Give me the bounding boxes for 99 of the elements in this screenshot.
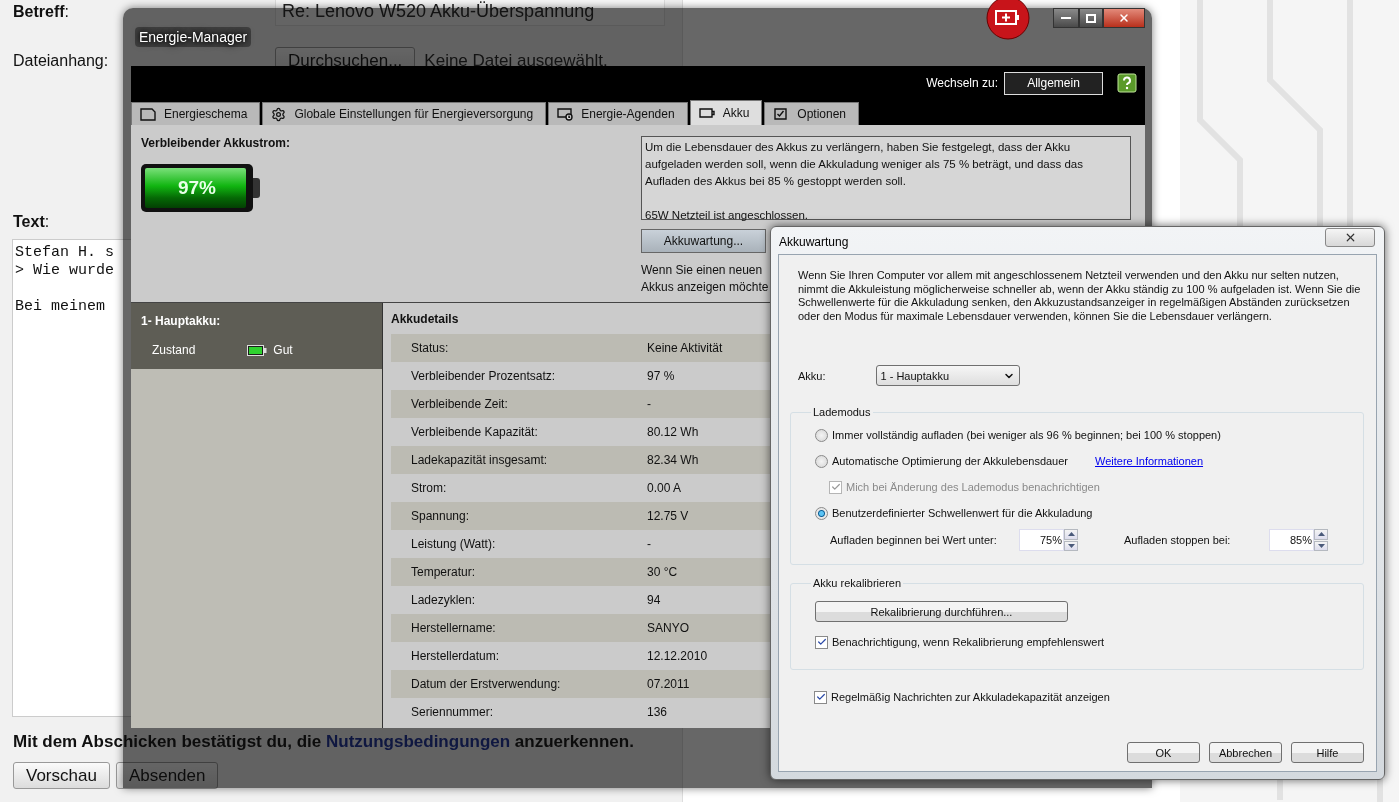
option-label: Mich bei Änderung des Lademodus benachrichtigen	[846, 481, 1100, 493]
radio-button[interactable]	[815, 428, 828, 442]
adapter-status: 65W Netzteil ist angeschlossen.	[645, 208, 809, 223]
option-label: Benachrichtigung, wenn Rekalibrierung empfehlenswert	[832, 636, 1105, 648]
detail-label: Spannung:	[411, 509, 470, 523]
checkbox-icon	[773, 107, 790, 121]
group-title: Akku rekalibrieren	[812, 577, 903, 589]
group-title: Lademodus	[812, 406, 872, 418]
maximize-button[interactable]	[1079, 8, 1103, 28]
detail-value: 80.12 Wh	[647, 425, 699, 439]
battery-label: Akku:	[798, 369, 826, 382]
battery-reading: 97%	[177, 177, 217, 199]
detail-label: Ladezyklen:	[411, 593, 476, 607]
percent-field[interactable]: 85%	[1269, 529, 1314, 551]
detail-label: Herstellername:	[411, 621, 496, 635]
radio-button[interactable]	[815, 454, 828, 468]
document-icon	[140, 107, 156, 121]
info-text: Um die Lebensdauer des Akkus zu verlängern, haben Sie festgelegt, dass der Akku aufgeladen werden soll, wenn die Akkuladung weniger als 75 % beträgt, und dass das Aufladen des Akkus bei 85 % gestoppt werden soll.	[645, 140, 1084, 189]
detail-label: Datum der Erstverwendung:	[411, 677, 561, 691]
detail-value: 30 °C	[647, 565, 678, 579]
detail-label: Verbleibende Kapazität:	[411, 425, 538, 439]
minimize-icon	[1061, 16, 1071, 20]
detail-value: 12.12.2010	[647, 649, 708, 663]
detail-value: 0.00 A	[647, 481, 682, 495]
detail-label: Temperatur:	[411, 565, 476, 579]
down-arrow-icon	[1067, 543, 1075, 548]
dialog-title: Akkuwartung	[779, 235, 849, 249]
up-arrow-icon	[1317, 532, 1325, 537]
battery-icon	[247, 344, 268, 356]
hint-text: Akkus anzeigen möchte	[641, 279, 769, 296]
section-title: Verbleibender Akkustrom:	[141, 136, 291, 150]
battery-icon	[698, 106, 715, 120]
tab[interactable]: Akku	[689, 100, 763, 125]
detail-value: -	[647, 397, 651, 411]
threshold-label: Aufladen beginnen bei Wert unter:	[830, 534, 998, 546]
hint-text: Wenn Sie einen neuen	[641, 262, 763, 279]
detail-label: Seriennummer:	[411, 705, 494, 719]
detail-value: SANYO	[647, 621, 689, 635]
settings-icon	[271, 106, 287, 122]
field-label: Betreff:	[13, 3, 70, 21]
detail-label: Verbleibende Zeit:	[411, 397, 508, 411]
detail-label: Leistung (Watt):	[411, 537, 496, 551]
detail-value: 82.34 Wh	[647, 453, 699, 467]
detail-label: Herstellerdatum:	[411, 649, 500, 663]
detail-value: 136	[647, 705, 668, 719]
minimize-button[interactable]	[1053, 8, 1079, 28]
battery-name[interactable]: 1- Hauptakku:	[141, 314, 372, 328]
switch-button[interactable]: Allgemein	[1004, 71, 1103, 95]
radio-button[interactable]	[815, 506, 828, 520]
battery-plus-icon	[985, 0, 1031, 40]
tab[interactable]: Energieschema	[131, 102, 261, 125]
detail-value: 94	[647, 593, 661, 607]
maximize-icon	[1086, 13, 1096, 23]
file-status: Keine Datei ausgewählt.	[424, 50, 608, 71]
tab[interactable]: Globale Einstellungen für Energieversorgung	[262, 102, 547, 125]
percent-field[interactable]: 75%	[1019, 529, 1064, 551]
battery-terminal	[253, 178, 260, 198]
option-label: Automatische Optimierung der Akkulebensdauer	[832, 455, 1070, 467]
section-title: Akkudetails	[391, 311, 459, 326]
option-label: Immer vollständig aufladen (bei weniger als 96 % beginnen; bei 100 % stoppen)	[832, 429, 1221, 441]
down-arrow-icon	[1317, 543, 1325, 548]
maintenance-button[interactable]: Akkuwartung...	[641, 229, 766, 253]
monitor-clock-icon	[557, 107, 574, 121]
preview-button[interactable]: Vorschau	[13, 762, 110, 789]
cancel-button[interactable]: Abbrechen	[1209, 742, 1282, 763]
close-button[interactable]	[1325, 228, 1375, 247]
detail-label: Status:	[411, 341, 449, 355]
up-arrow-icon	[1067, 532, 1075, 537]
close-button[interactable]	[1103, 8, 1145, 28]
checkbox[interactable]	[814, 690, 827, 704]
spin-buttons[interactable]	[1064, 529, 1078, 551]
detail-value: 07.2011	[647, 677, 690, 691]
detail-label: Verbleibender Prozentsatz:	[411, 369, 556, 383]
switch-label: Wechseln zu:	[926, 76, 998, 90]
detail-label: Strom:	[411, 481, 447, 495]
threshold-label: Aufladen stoppen bei:	[1124, 534, 1232, 546]
checkbox[interactable]	[815, 635, 828, 649]
ok-button[interactable]: OK	[1127, 742, 1200, 763]
help-button[interactable]: Hilfe	[1291, 742, 1364, 763]
tab[interactable]: Energie-Agenden	[548, 102, 688, 125]
intro-text: Wenn Sie Ihren Computer vor allem mit angeschlossenem Netzteil verwenden und den Akku nur selten nutzen, nimmt die Akkuleistung möglicherweise schneller ab, wenn der Akku ständig zu 100 % aufgeladen ist. Wenn Sie die Schwellenwerte für die Akkuladung senken, den Akkuzustandsanzeiger in regelmäßigen Abständen zurücksetzen oder den Modus für maximale Lebensdauer verwenden, können Sie die Lebensdauer verlängern.	[798, 269, 1362, 323]
spin-buttons[interactable]	[1314, 529, 1328, 551]
close-icon	[1118, 12, 1130, 24]
more-info-link[interactable]: Weitere Informationen	[1095, 455, 1204, 467]
help-icon[interactable]	[1117, 73, 1137, 93]
battery-select[interactable]: 1 - Hauptakku	[875, 365, 1020, 386]
recalibrate-button[interactable]: Rekalibrierung durchführen...	[815, 601, 1068, 622]
detail-value: -	[647, 537, 651, 551]
state-label: Zustand	[152, 343, 196, 357]
detail-value: Keine Aktivität	[647, 341, 723, 355]
tab[interactable]: Optionen	[764, 102, 859, 125]
detail-value: 12.75 V	[647, 509, 689, 523]
option-label: Regelmäßig Nachrichten zur Akkuladekapazität anzeigen	[831, 691, 1110, 703]
detail-value: 97 %	[647, 369, 675, 383]
field-label: Text:	[13, 213, 50, 231]
state-value: Gut	[273, 343, 293, 357]
field-label: Dateianhang:	[13, 51, 110, 71]
detail-label: Ladekapazität insgesamt:	[411, 453, 548, 467]
option-label: Benutzerdefinierter Schwellenwert für die Akkuladung	[832, 507, 1093, 519]
